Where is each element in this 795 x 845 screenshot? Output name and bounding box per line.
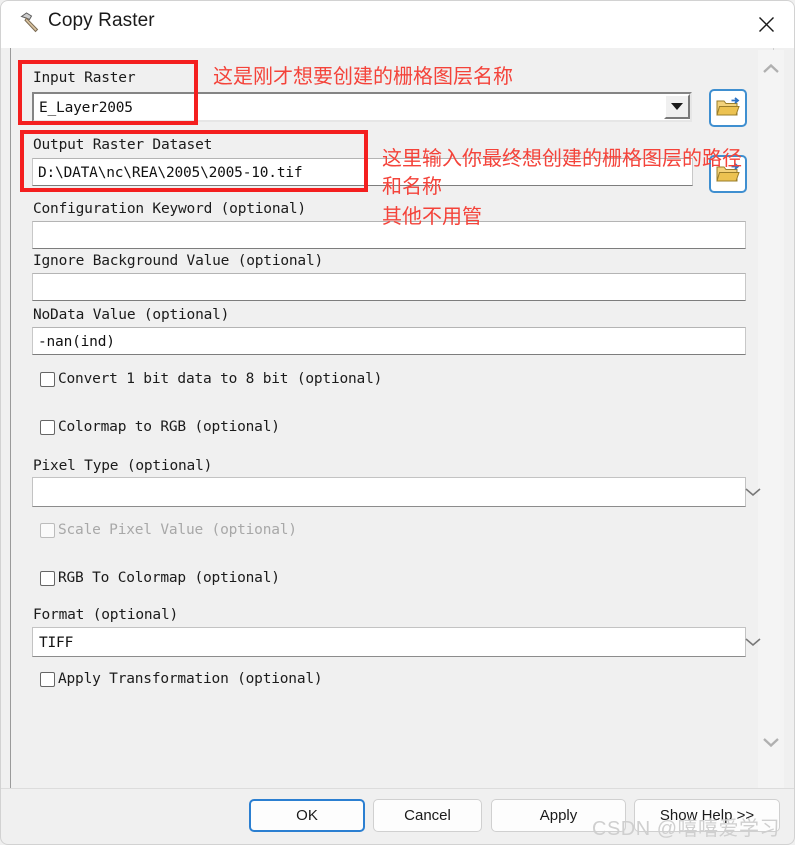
pixel-type-label: Pixel Type (optional)	[33, 458, 213, 474]
hammer-tool-icon	[17, 10, 43, 36]
input-raster-browse-button[interactable]	[709, 89, 747, 127]
convert-1bit-to-8bit-checkbox[interactable]	[40, 371, 55, 387]
cancel-button[interactable]: Cancel	[373, 799, 482, 832]
output-raster-annotation-line3: 其他不用管	[382, 204, 482, 228]
rgb-to-colormap-checkbox-row[interactable]: RGB To Colormap (optional)	[40, 570, 280, 586]
apply-transformation-checkbox-row[interactable]: Apply Transformation (optional)	[40, 671, 323, 687]
apply-transformation-label: Apply Transformation (optional)	[58, 671, 323, 687]
input-raster-label: Input Raster	[33, 70, 136, 86]
page-title: Copy Raster	[48, 10, 155, 31]
nodata-value-label: NoData Value (optional)	[33, 307, 230, 323]
scale-pixel-value-label: Scale Pixel Value (optional)	[58, 522, 297, 538]
colormap-to-rgb-checkbox-row[interactable]: Colormap to RGB (optional)	[40, 419, 280, 435]
ok-button[interactable]: OK	[249, 799, 365, 832]
chevron-down-icon[interactable]	[758, 729, 784, 755]
format-label: Format (optional)	[33, 607, 179, 623]
input-raster-dropdown-arrow[interactable]	[664, 94, 690, 119]
configuration-keyword-label: Configuration Keyword (optional)	[33, 201, 306, 217]
output-raster-annotation-line1: 这里输入你最终想创建的栅格图层的路径	[382, 146, 742, 170]
chevron-up-icon[interactable]	[758, 56, 784, 82]
title-bar: Copy Raster	[0, 0, 795, 48]
ignore-background-value-input[interactable]	[32, 273, 746, 301]
input-raster-combo[interactable]: E_Layer2005	[32, 92, 692, 122]
pixel-type-combo[interactable]	[32, 477, 746, 507]
colormap-to-rgb-label: Colormap to RGB (optional)	[58, 419, 280, 435]
vertical-scrollbar[interactable]	[758, 50, 784, 790]
output-raster-dataset-label: Output Raster Dataset	[33, 137, 213, 153]
rgb-to-colormap-checkbox[interactable]	[40, 570, 55, 586]
output-raster-annotation-line2: 和名称	[382, 174, 442, 198]
apply-transformation-checkbox[interactable]	[40, 671, 55, 687]
nodata-value-input[interactable]: -nan(ind)	[32, 327, 746, 355]
folder-open-icon	[716, 97, 740, 116]
pixel-type-chevron-down-icon[interactable]	[718, 487, 787, 498]
convert-1bit-to-8bit-label: Convert 1 bit data to 8 bit (optional)	[58, 371, 383, 387]
close-icon[interactable]	[743, 2, 789, 46]
convert-1bit-to-8bit-checkbox-row[interactable]: Convert 1 bit data to 8 bit (optional)	[40, 371, 382, 387]
triangle-down-icon	[671, 103, 683, 110]
rgb-to-colormap-label: RGB To Colormap (optional)	[58, 570, 280, 586]
copy-raster-dialog: Copy Raster Input Raster E_Layer2005 Out…	[0, 0, 795, 845]
input-raster-annotation: 这是刚才想要创建的栅格图层名称	[213, 64, 513, 88]
csdn-watermark: CSDN @嘻嘻爱学习	[592, 818, 781, 840]
ignore-background-value-label: Ignore Background Value (optional)	[33, 253, 324, 269]
format-combo[interactable]: TIFF	[32, 627, 746, 657]
format-chevron-down-icon[interactable]	[718, 637, 787, 648]
scale-pixel-value-checkbox	[40, 522, 55, 538]
colormap-to-rgb-checkbox[interactable]	[40, 419, 55, 435]
scale-pixel-value-checkbox-row: Scale Pixel Value (optional)	[40, 522, 297, 538]
